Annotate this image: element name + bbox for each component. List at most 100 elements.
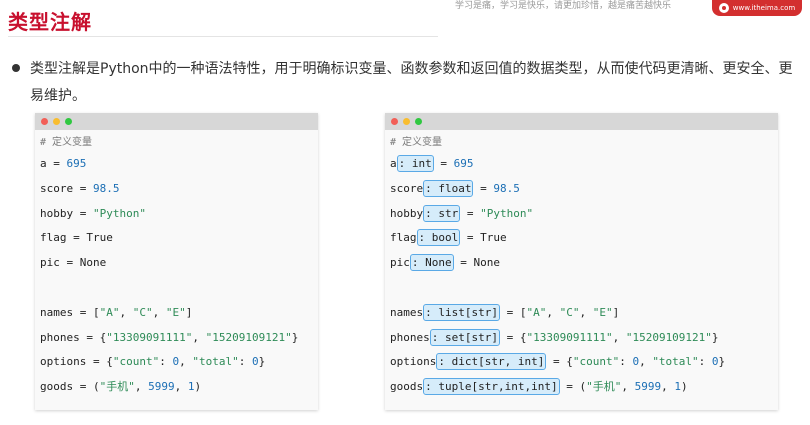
bullet-description: 类型注解是Python中的一种语法特性，用于明确标识变量、函数参数和返回值的数据…: [30, 61, 793, 104]
operator: =: [473, 181, 494, 195]
page-title: 类型注解: [8, 10, 92, 34]
punct: ,: [546, 305, 560, 319]
var-name: a: [390, 157, 397, 170]
close-dot-icon: [391, 118, 398, 125]
var-name: score: [390, 181, 424, 195]
type-hint: : list[str]: [423, 303, 500, 321]
code-line-hobby: hobby = "Python": [40, 205, 314, 230]
key: "total": [192, 355, 239, 369]
code-line-options: options = {"count": 0, "total": 0}: [40, 353, 314, 378]
value: 98.5: [493, 181, 520, 195]
punct: ,: [639, 355, 653, 369]
punct: }: [718, 355, 726, 369]
code-line-a: a: int = 695: [390, 155, 774, 180]
code-line-phones: phones = {"13309091111", "15209109121"}: [40, 329, 314, 354]
var-name: pic: [40, 256, 60, 270]
code-line-score: score: float = 98.5: [390, 179, 774, 205]
value: "手机": [586, 380, 622, 394]
punct: ,: [192, 330, 206, 344]
value: 1: [674, 380, 681, 394]
code-line-goods: goods = ("手机", 5999, 1): [40, 378, 314, 403]
punct: ,: [661, 380, 675, 394]
value: 695: [453, 157, 474, 170]
var-name: flag: [40, 231, 67, 245]
var-name: phones: [390, 330, 430, 344]
top-note: 学习是痛，学习是快乐，请更加珍惜，越是痛苦越快乐: [455, 1, 672, 11]
brand-url: www.itheima.com: [732, 4, 796, 12]
code-comment: # 定义变量: [390, 137, 443, 148]
punct: ]: [185, 305, 193, 319]
code-block: # 定义变量 a: int = 695 score: float = 98.5 …: [390, 135, 774, 403]
value: "15209109121": [625, 330, 712, 344]
value: 1: [187, 380, 195, 394]
key: "count": [112, 355, 160, 369]
operator: =: [453, 256, 474, 270]
punct: ,: [579, 305, 593, 319]
punct: ]: [612, 305, 620, 319]
value: "C": [559, 305, 580, 319]
value: True: [480, 231, 507, 245]
maximize-dot-icon: [65, 118, 72, 125]
brand-logo: www.itheima.com: [712, 0, 802, 16]
code-line-phones: phones: set[str] = {"13309091111", "1520…: [390, 328, 774, 354]
value: "Python": [93, 206, 146, 220]
punct: = {: [79, 330, 107, 344]
value: "E": [165, 305, 186, 319]
var-name: score: [40, 181, 74, 195]
minimize-dot-icon: [403, 118, 410, 125]
code-line-names: names = ["A", "C", "E"]: [40, 304, 314, 329]
brand-mark-icon: [718, 3, 729, 13]
bullet-icon: [12, 64, 20, 72]
type-hint: : set[str]: [429, 328, 500, 346]
var-name: phones: [40, 330, 80, 344]
code-line-flag: flag = True: [40, 229, 314, 254]
value: "A": [99, 305, 120, 319]
code-line-pic: pic: None = None: [390, 254, 774, 279]
var-name: names: [390, 305, 424, 319]
punct: :: [159, 355, 173, 369]
code-window-plain: # 定义变量 a = 695 score = 98.5 hobby = "Pyt…: [35, 113, 318, 410]
punct: = (: [73, 380, 100, 394]
operator: =: [460, 231, 481, 245]
var-name: a: [40, 157, 47, 170]
punct: ,: [134, 380, 149, 394]
punct: = (: [559, 380, 587, 394]
minimize-dot-icon: [53, 118, 60, 125]
code-line-goods: goods: tuple[str,int,int] = ("手机", 5999,…: [390, 378, 774, 403]
operator: =: [460, 206, 481, 220]
punct: = {: [86, 355, 113, 369]
value: 5999: [634, 380, 662, 394]
operator: =: [59, 256, 80, 270]
value: "C": [132, 305, 153, 319]
var-name: flag: [390, 231, 417, 245]
punct: ,: [179, 355, 193, 369]
value: 695: [66, 157, 87, 170]
code-window-annotated: # 定义变量 a: int = 695 score: float = 98.5 …: [385, 113, 778, 410]
type-hint: : str: [423, 204, 461, 222]
var-name: goods: [390, 380, 424, 394]
value: None: [79, 256, 107, 270]
var-name: goods: [40, 380, 74, 394]
var-name: hobby: [40, 206, 74, 220]
punct: :: [698, 355, 712, 369]
punct: = {: [499, 330, 527, 344]
punct: ): [680, 380, 688, 394]
punct: ): [194, 380, 202, 394]
operator: =: [73, 206, 93, 220]
code-block: # 定义变量 a = 695 score = 98.5 hobby = "Pyt…: [40, 135, 314, 403]
punct: ,: [174, 380, 188, 394]
value: "13309091111": [526, 330, 613, 344]
code-line-options: options: dict[str, int] = {"count": 0, "…: [390, 353, 774, 378]
punct: :: [619, 355, 633, 369]
value: "E": [592, 305, 613, 319]
value: 0: [711, 355, 719, 369]
operator: =: [73, 181, 93, 195]
title-divider: [8, 36, 438, 37]
key: "count": [572, 355, 620, 369]
value: None: [473, 256, 501, 270]
operator: =: [46, 157, 67, 170]
value: 98.5: [93, 181, 120, 195]
value: "手机": [99, 380, 135, 394]
value: "A": [526, 305, 547, 319]
